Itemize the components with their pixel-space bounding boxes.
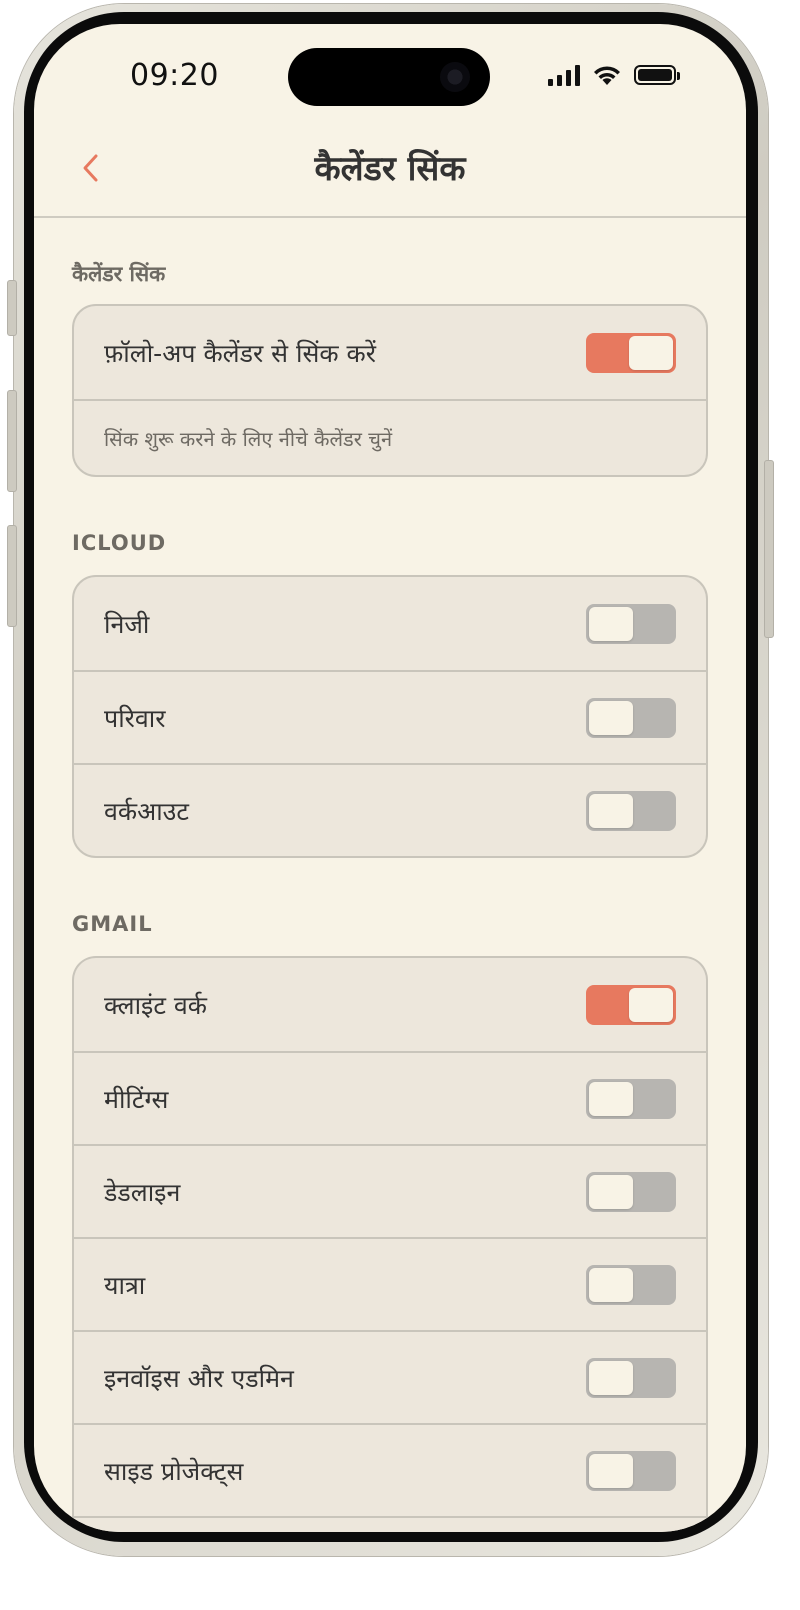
calendar-toggle[interactable] [586,984,676,1025]
calendar-row-partial [74,1516,706,1532]
toggle-knob [629,987,673,1022]
settings-content: कैलेंडर सिंक फ़ॉलो-अप कैलेंडर से सिंक कर… [72,260,708,1532]
calendar-toggle[interactable] [586,1078,676,1119]
volume-up-button [7,390,17,492]
sync-toggle-row: फ़ॉलो-अप कैलेंडर से सिंक करें [74,306,706,399]
calendar-toggle[interactable] [586,697,676,738]
calendar-row: यात्रा [74,1237,706,1330]
calendar-row: डेडलाइन [74,1144,706,1237]
sync-group: फ़ॉलो-अप कैलेंडर से सिंक करें सिंक शुरू … [72,304,708,477]
camera-icon [440,62,470,92]
toggle-knob [589,606,633,641]
calendar-row: इनवॉइस और एडमिन [74,1330,706,1423]
toggle-knob [589,1081,633,1116]
sync-hint: सिंक शुरू करने के लिए नीचे कैलेंडर चुनें [104,426,393,451]
dynamic-island [288,48,490,106]
status-icons [548,64,680,86]
calendar-row: निजी [74,577,706,670]
calendar-row: वर्कआउट [74,763,706,856]
toggle-knob [589,793,633,828]
action-button [7,280,17,336]
toggle-knob [589,1267,633,1302]
calendar-row: मीटिंग्स [74,1051,706,1144]
nav-header: कैलेंडर सिंक [34,124,746,218]
calendar-label: मीटिंग्स [104,1084,169,1114]
calendar-toggle[interactable] [586,1171,676,1212]
calendar-toggle[interactable] [586,1357,676,1398]
calendar-label: क्लाइंट वर्क [104,990,207,1020]
sync-toggle[interactable] [586,332,676,373]
calendar-row: परिवार [74,670,706,763]
calendar-label: परिवार [104,703,166,733]
toggle-knob [589,700,633,735]
calendar-label: इनवॉइस और एडमिन [104,1363,294,1393]
gmail-group: क्लाइंट वर्क मीटिंग्स डेडलाइन यात्रा इनव… [72,956,708,1532]
wifi-icon [594,66,620,85]
sync-hint-row: सिंक शुरू करने के लिए नीचे कैलेंडर चुनें [74,399,706,475]
calendar-toggle[interactable] [586,1264,676,1305]
calendar-label: साइड प्रोजेक्ट्स [104,1456,244,1486]
calendar-toggle[interactable] [586,790,676,831]
screen: 09:20 कैलेंडर सिंक कैलेंडर सिंक फ़ॉलो-अप… [34,24,746,1532]
calendar-toggle[interactable] [586,603,676,644]
toggle-knob [589,1453,633,1488]
section-header-gmail: GMAIL [72,912,153,936]
calendar-label: वर्कआउट [104,796,189,826]
calendar-label: यात्रा [104,1270,146,1300]
power-button [764,460,774,638]
calendar-row: क्लाइंट वर्क [74,958,706,1051]
icloud-group: निजी परिवार वर्कआउट [72,575,708,858]
calendar-label: डेडलाइन [104,1177,181,1207]
calendar-label: निजी [104,609,150,639]
cellular-signal-icon [548,64,580,86]
page-title: कैलेंडर सिंक [314,149,466,189]
section-header-sync: कैलेंडर सिंक [72,262,166,286]
toggle-knob [629,335,673,370]
battery-icon [634,65,680,85]
calendar-row: साइड प्रोजेक्ट्स [74,1423,706,1516]
toggle-knob [589,1174,633,1209]
toggle-knob [589,1360,633,1395]
status-time: 09:20 [130,58,219,93]
volume-down-button [7,525,17,627]
calendar-toggle[interactable] [586,1450,676,1491]
sync-toggle-label: फ़ॉलो-अप कैलेंडर से सिंक करें [104,338,376,368]
section-header-icloud: ICLOUD [72,531,167,555]
